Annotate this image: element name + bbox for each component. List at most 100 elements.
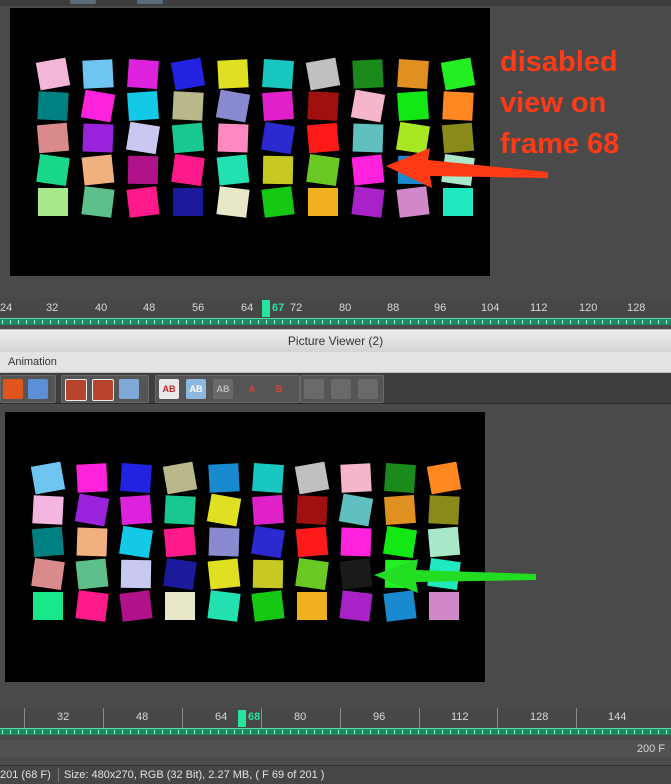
- render-cube: [262, 155, 294, 185]
- viewer-toolbar: AB AB AB A B: [0, 373, 671, 404]
- track-key: [250, 320, 251, 324]
- ab-split-button[interactable]: AB: [186, 379, 206, 399]
- ruler-tick-label: 32: [57, 711, 70, 723]
- render-cube: [296, 495, 328, 525]
- track-key: [386, 730, 387, 734]
- render-cube: [217, 59, 249, 89]
- track-key: [306, 730, 307, 734]
- render-cube: [295, 526, 329, 558]
- track-key: [194, 730, 195, 734]
- top-tab-b[interactable]: [137, 0, 163, 4]
- track-key: [418, 730, 419, 734]
- render-cube: [440, 57, 476, 91]
- render-cube: [81, 154, 115, 186]
- show-view-a-icon[interactable]: [65, 379, 87, 401]
- menu-animation[interactable]: Animation: [8, 356, 57, 368]
- render-cube: [207, 558, 241, 590]
- ruler-tick-label: 72: [290, 302, 303, 314]
- track-key: [514, 320, 515, 324]
- track-key: [146, 320, 147, 324]
- window-titlebar[interactable]: Picture Viewer (2): [0, 329, 671, 353]
- track-key: [658, 730, 659, 734]
- track-key: [658, 320, 659, 324]
- ruler-tick-label: 68: [248, 711, 261, 723]
- render-cube: [172, 91, 204, 121]
- current-frame-marker[interactable]: [262, 300, 270, 317]
- track-key: [554, 320, 555, 324]
- render-cube: [208, 527, 240, 557]
- track-key: [162, 730, 163, 734]
- track-key: [562, 730, 563, 734]
- render-cube: [81, 186, 115, 218]
- track-key: [506, 320, 507, 324]
- track-key: [578, 730, 579, 734]
- track-key: [402, 320, 403, 324]
- top-tab-a[interactable]: [70, 0, 96, 4]
- render-cube: [30, 461, 66, 495]
- set-b-button[interactable]: B: [269, 379, 289, 399]
- track-key: [130, 730, 131, 734]
- track-key: [666, 730, 667, 734]
- track-key: [42, 730, 43, 734]
- track-key: [642, 320, 643, 324]
- track-key: [458, 320, 459, 324]
- track-key: [570, 730, 571, 734]
- track-key: [122, 320, 123, 324]
- track-key: [594, 730, 595, 734]
- track-key: [50, 730, 51, 734]
- ruler-tick-label: 144: [608, 711, 627, 723]
- ruler-tick-label: 40: [95, 302, 108, 314]
- timeline-track-bottom[interactable]: [0, 728, 671, 735]
- track-key: [450, 320, 451, 324]
- render-cube: [171, 154, 205, 186]
- track-key: [10, 730, 11, 734]
- render-cube: [338, 493, 374, 527]
- track-key: [554, 730, 555, 734]
- show-view-b-icon[interactable]: [92, 379, 114, 401]
- set-a-button[interactable]: A: [242, 379, 262, 399]
- render-cube: [217, 123, 249, 153]
- track-key: [594, 320, 595, 324]
- track-key: [298, 730, 299, 734]
- layout-b-icon[interactable]: [331, 379, 351, 399]
- render-cube: [35, 57, 71, 91]
- render-region-icon[interactable]: [28, 379, 48, 399]
- timeline-track-top[interactable]: [0, 318, 671, 325]
- track-key: [106, 320, 107, 324]
- render-cube: [306, 154, 340, 186]
- render-cube: [36, 122, 70, 154]
- ruler-tick-label: 48: [143, 302, 156, 314]
- top-window-edge: [0, 0, 671, 6]
- status-info: Size: 480x270, RGB (32 Bit), 2.27 MB, ( …: [64, 769, 325, 781]
- ab-compare-button[interactable]: AB: [159, 379, 179, 399]
- ab-overlay-button[interactable]: AB: [213, 379, 233, 399]
- track-key: [130, 320, 131, 324]
- render-cube: [32, 495, 64, 525]
- render-icon[interactable]: [3, 379, 23, 399]
- track-key: [82, 320, 83, 324]
- track-key: [410, 320, 411, 324]
- render-cube: [216, 186, 250, 218]
- track-key: [362, 320, 363, 324]
- compare-view-icon[interactable]: [119, 379, 139, 399]
- render-cube: [252, 494, 284, 526]
- render-cube: [442, 91, 474, 121]
- layout-a-icon[interactable]: [304, 379, 324, 399]
- track-key: [530, 320, 531, 324]
- track-key: [378, 730, 379, 734]
- current-frame-marker[interactable]: [238, 710, 246, 727]
- render-cube: [164, 495, 196, 525]
- render-cube: [308, 188, 338, 216]
- timeline-ruler-top[interactable]: 24 32 40 48 56 64 67 72 80 88 96 104 112 120 128: [0, 298, 671, 318]
- track-key: [586, 730, 587, 734]
- track-key: [154, 730, 155, 734]
- track-key: [602, 320, 603, 324]
- ruler-tick-label: 96: [434, 302, 447, 314]
- render-cube: [38, 188, 68, 216]
- track-key: [330, 320, 331, 324]
- track-key: [314, 730, 315, 734]
- frame-total: 200 F: [636, 743, 665, 755]
- timeline-ruler-bottom[interactable]: 32 48 64 68 80 96 112 128 144: [0, 708, 671, 728]
- layout-c-icon[interactable]: [358, 379, 378, 399]
- render-cube: [262, 58, 294, 90]
